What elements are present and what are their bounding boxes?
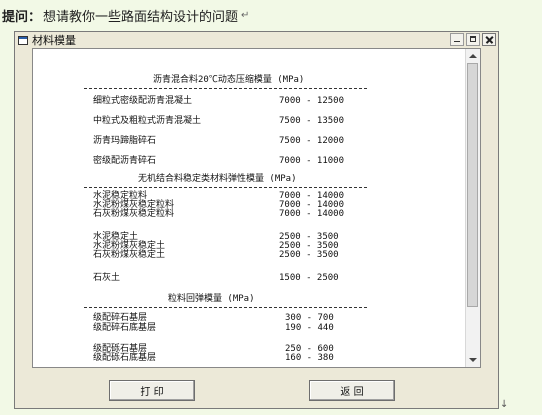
row-name: 石灰土 <box>93 273 121 283</box>
row-name: 中粒式及粗粒式沥青混凝土 <box>93 116 202 126</box>
modulus-sheet: 沥青混合料20℃动态压缩模量 (MPa) 细粒式密级配沥青混凝土 7000 - … <box>33 49 465 367</box>
row-name: 密级配沥青碎石 <box>93 156 157 166</box>
window-title: 材料模量 <box>32 34 76 47</box>
modulus-sheet-panel: 沥青混合料20℃动态压缩模量 (MPa) 细粒式密级配沥青混凝土 7000 - … <box>32 48 481 368</box>
vertical-scrollbar[interactable] <box>465 49 480 367</box>
back-button[interactable]: 返 回 <box>309 380 395 401</box>
row-name: 沥青玛蹄脂碎石 <box>93 136 157 146</box>
row-name: 级配碎石底基层 <box>93 323 157 333</box>
row-name: 细粒式密级配沥青混凝土 <box>93 96 193 106</box>
section1-title: 沥青混合料20℃动态压缩模量 (MPa) <box>153 75 305 85</box>
row-name: 级配砾石底基层 <box>93 353 157 363</box>
section2-title: 无机结合料稳定类材料弹性模量 (MPa) <box>138 174 297 184</box>
row-range: 7500 - 12000 <box>279 136 345 146</box>
row-range: 1500 - 2500 <box>279 273 339 283</box>
row-range: 190 - 440 <box>285 323 334 333</box>
minimize-icon[interactable] <box>450 33 464 46</box>
close-icon[interactable] <box>482 33 496 46</box>
return-mark-icon: ↵ <box>241 9 250 21</box>
row-range: 7000 - 11000 <box>279 156 345 166</box>
divider <box>84 187 367 188</box>
row-range: 2500 - 3500 <box>279 250 339 260</box>
section3-title: 粒料回弹模量 (MPa) <box>168 294 255 304</box>
scroll-thumb[interactable] <box>467 63 478 307</box>
scroll-down-arrow-icon[interactable] <box>466 353 480 367</box>
row-range: 160 - 380 <box>285 353 334 363</box>
down-arrow-icon: ↓ <box>500 399 509 410</box>
question-prefix: 提问： <box>2 9 42 25</box>
scroll-up-arrow-icon[interactable] <box>466 49 480 63</box>
window-titlebar[interactable]: 材料模量 <box>15 32 498 48</box>
row-name: 石灰粉煤灰稳定土 <box>93 250 166 260</box>
row-range: 7000 - 14000 <box>279 209 345 219</box>
row-range: 7500 - 13500 <box>279 116 345 126</box>
maximize-icon[interactable] <box>466 33 480 46</box>
row-range: 7000 - 12500 <box>279 96 345 106</box>
question-text: 想请教你一些路面结构设计的问题 <box>43 9 239 25</box>
question-line: 提问： 想请教你一些路面结构设计的问题 ↵ <box>2 4 249 26</box>
print-button[interactable]: 打 印 <box>109 380 195 401</box>
row-name: 石灰粉煤灰稳定粒料 <box>93 209 175 219</box>
window-controls <box>450 33 496 46</box>
divider <box>84 307 367 308</box>
window-app-icon <box>18 35 28 45</box>
divider <box>84 88 367 89</box>
material-modulus-window: 材料模量 沥青混合料20℃动态压缩模量 (MPa) 细粒式密级配沥青混凝土 70… <box>14 31 499 409</box>
